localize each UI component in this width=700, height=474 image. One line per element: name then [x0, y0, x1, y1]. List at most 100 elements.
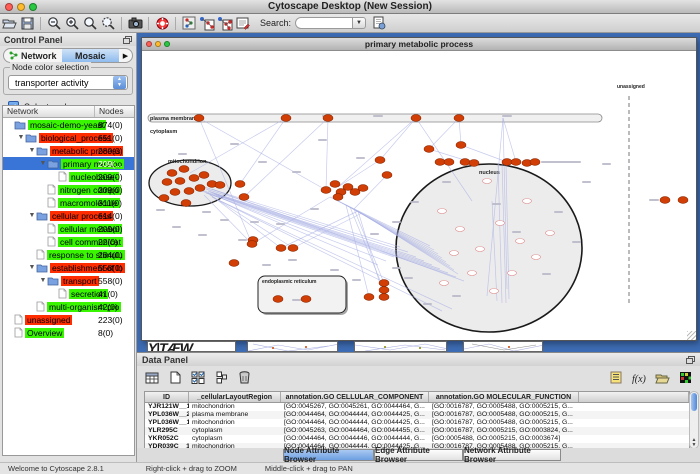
- gene-node[interactable]: [321, 187, 331, 194]
- network-canvas[interactable]: plasma membranecytoplasmnucleusmitochond…: [142, 51, 696, 340]
- tree-row[interactable]: macromolecule311(0): [3, 196, 134, 209]
- expand-arrow-icon[interactable]: ▼: [28, 147, 36, 154]
- background-window-fragment[interactable]: [247, 341, 338, 352]
- gene-node[interactable]: [288, 245, 298, 252]
- tree-row[interactable]: Overview8(0): [3, 326, 134, 339]
- gene-node[interactable]: [170, 189, 180, 196]
- tree-row[interactable]: ▼metabolic process280(0): [3, 144, 134, 157]
- tree-row[interactable]: unassigned223(0): [3, 313, 134, 326]
- tree-row[interactable]: mosaic-demo-yeast874(0): [3, 118, 134, 131]
- vizmap-icon[interactable]: [198, 15, 216, 32]
- gene-node[interactable]: [364, 294, 374, 301]
- gene-node[interactable]: [435, 159, 445, 166]
- gene-node[interactable]: [235, 181, 245, 188]
- table-row[interactable]: YKR052Ccytoplasm[GO:0044464, GO:0044446,…: [145, 435, 689, 443]
- attribute-list-icon[interactable]: [607, 369, 625, 386]
- tree-row[interactable]: nucleobase-209(0): [3, 170, 134, 183]
- network-view-window[interactable]: primary metabolic process plasma membran…: [141, 37, 697, 341]
- gene-node[interactable]: [660, 197, 670, 204]
- tree-row[interactable]: ▼primary metabo209(...: [3, 157, 134, 170]
- network-window-titlebar[interactable]: primary metabolic process: [142, 38, 696, 51]
- tree-row[interactable]: ▼biological_process651(0): [3, 131, 134, 144]
- table-row[interactable]: YLR295Ccytoplasm[GO:0045263, GO:0044464,…: [145, 427, 689, 435]
- search-dropdown-arrow[interactable]: ▼: [353, 17, 366, 29]
- gene-node[interactable]: [444, 159, 454, 166]
- network-graph[interactable]: plasma membranecytoplasmnucleusmitochond…: [142, 51, 696, 340]
- tree-row[interactable]: ▼cellular process614(0): [3, 209, 134, 222]
- column-header[interactable]: annotation.GO MOLECULAR_FUNCTION: [429, 392, 579, 402]
- float-panel-icon[interactable]: [123, 36, 132, 44]
- unselect-attributes-icon[interactable]: [212, 369, 230, 386]
- tree-row[interactable]: secretion41(0): [3, 287, 134, 300]
- search-config-icon[interactable]: [370, 15, 388, 32]
- zoom-in-icon[interactable]: [63, 15, 81, 32]
- gene-node[interactable]: [159, 195, 169, 202]
- gene-node[interactable]: [281, 115, 291, 122]
- tree-row[interactable]: ▼establishment of lo558(0): [3, 261, 134, 274]
- gene-node[interactable]: [184, 188, 194, 195]
- tree-row[interactable]: nitrogen compo209(0): [3, 183, 134, 196]
- tree-row[interactable]: response to stimulu264(0): [3, 248, 134, 261]
- import-attributes-icon[interactable]: [653, 369, 671, 386]
- gene-node[interactable]: [333, 194, 343, 201]
- zoom-selected-icon[interactable]: [99, 15, 117, 32]
- gene-node[interactable]: [229, 260, 239, 267]
- column-header[interactable]: _cellularLayoutRegion: [189, 392, 281, 402]
- link-vizmap-icon[interactable]: [216, 15, 234, 32]
- gene-node[interactable]: [301, 296, 311, 303]
- gene-node[interactable]: [194, 115, 204, 122]
- gene-node[interactable]: [424, 146, 434, 153]
- gene-node[interactable]: [456, 142, 466, 149]
- gene-node[interactable]: [379, 294, 389, 301]
- gene-node[interactable]: [469, 160, 479, 167]
- gene-node[interactable]: [382, 172, 392, 179]
- tree-row[interactable]: multi-organism pro42(0): [3, 300, 134, 313]
- tab-node-attribute-browser[interactable]: Node Attribute Browser: [283, 449, 374, 461]
- table-scrollbar[interactable]: ▲▼: [689, 391, 699, 449]
- tree-row[interactable]: cellular metabol209(0): [3, 222, 134, 235]
- graph-panel-icon[interactable]: [180, 15, 198, 32]
- gene-node[interactable]: [502, 159, 512, 166]
- gene-node[interactable]: [678, 197, 688, 204]
- gene-node[interactable]: [181, 200, 191, 207]
- gene-node[interactable]: [167, 170, 177, 177]
- gene-node[interactable]: [411, 115, 421, 122]
- gene-node[interactable]: [189, 175, 199, 182]
- background-window-fragment[interactable]: Y\TÆW: [147, 341, 236, 352]
- gene-node[interactable]: [379, 280, 389, 287]
- gene-node[interactable]: [239, 194, 249, 201]
- gene-node[interactable]: [199, 172, 209, 179]
- table-row[interactable]: YPL036W__2plasma membrane[GO:0044464, GO…: [145, 411, 689, 419]
- zoom-out-icon[interactable]: [45, 15, 63, 32]
- tree-row[interactable]: cell communicat22(0): [3, 235, 134, 248]
- matrix-icon[interactable]: [676, 369, 694, 386]
- expand-arrow-icon[interactable]: ▼: [28, 264, 36, 271]
- gene-node[interactable]: [530, 159, 540, 166]
- tab-network[interactable]: Network: [4, 49, 62, 62]
- gene-node[interactable]: [460, 159, 470, 166]
- background-window-fragment[interactable]: [463, 341, 543, 352]
- open-icon[interactable]: [0, 15, 18, 32]
- gene-node[interactable]: [379, 287, 389, 294]
- table-row[interactable]: YPL036W__1mitochondrion[GO:0044464, GO:0…: [145, 419, 689, 427]
- new-attribute-icon[interactable]: [166, 369, 184, 386]
- gene-node[interactable]: [175, 178, 185, 185]
- column-header[interactable]: [579, 392, 689, 402]
- gene-node[interactable]: [330, 181, 340, 188]
- zoom-fit-icon[interactable]: [81, 15, 99, 32]
- help-icon[interactable]: [153, 15, 171, 32]
- expand-arrow-icon[interactable]: ▼: [28, 212, 36, 219]
- gene-node[interactable]: [247, 241, 257, 248]
- resize-grip[interactable]: [687, 331, 696, 340]
- gene-node[interactable]: [179, 166, 189, 173]
- gene-node[interactable]: [375, 157, 385, 164]
- gene-node[interactable]: [511, 159, 521, 166]
- expand-arrow-icon[interactable]: ▼: [17, 134, 25, 141]
- tab-overflow-arrow-icon[interactable]: ▶: [119, 52, 132, 60]
- gene-node[interactable]: [323, 115, 333, 122]
- delete-attribute-icon[interactable]: [235, 369, 253, 386]
- table-row[interactable]: YJR121W__1mitochondrion[GO:0045267, GO:0…: [145, 403, 689, 411]
- gene-node[interactable]: [273, 296, 283, 303]
- column-header[interactable]: ID: [145, 392, 189, 402]
- background-window-fragment[interactable]: [354, 341, 447, 352]
